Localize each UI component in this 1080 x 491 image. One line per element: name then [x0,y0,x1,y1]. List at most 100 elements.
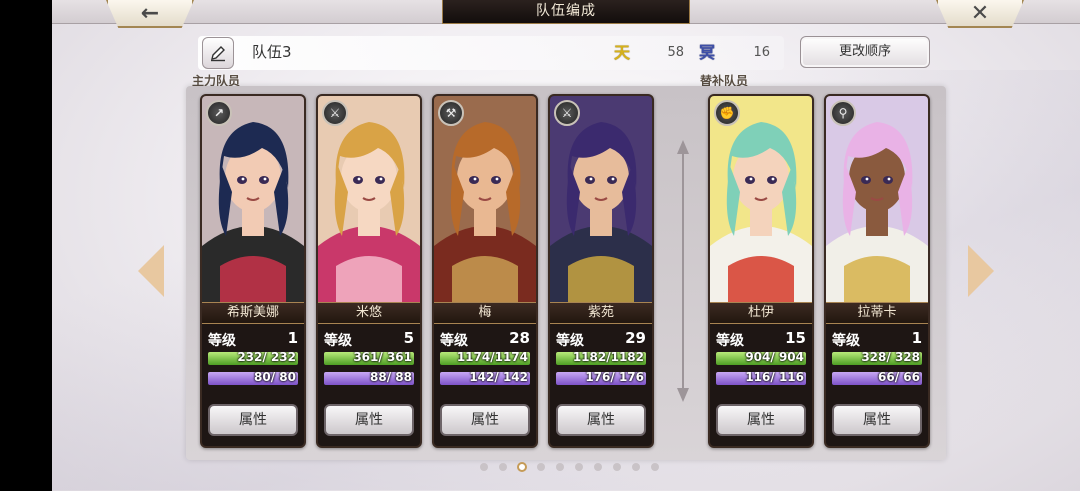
member-card[interactable]: ✊ 杜伊 等级 15 904/ 904 116/ 116 属性 [708,94,814,448]
hp-text: 328/ 328 [861,352,920,364]
hp-bar: 1174/1174 [440,352,530,365]
level-value: 15 [785,329,806,347]
mp-bar: 116/ 116 [716,372,806,385]
portrait-frame [318,96,420,302]
back-arrow-icon: ← [140,0,160,26]
spear-icon: ↗ [206,100,232,126]
mp-text: 142/ 142 [469,372,528,384]
team-pagination [52,462,1080,472]
character-portrait [826,96,928,302]
attribute-button[interactable]: 属性 [324,404,414,436]
level-value: 5 [403,329,414,347]
attribute-button[interactable]: 属性 [832,404,922,436]
member-card[interactable]: ⚒ 梅 等级 28 1174/1174 142/ 142 属性 [432,94,538,448]
member-card[interactable]: ↗ 希斯美娜 等级 1 232/ 232 80/ 80 属性 [200,94,306,448]
hell-count: 16 [753,45,770,60]
main-sub-divider [677,140,689,402]
level-label: 等级 [440,333,468,349]
staff-icon: ⚲ [830,100,856,126]
page-dot[interactable] [517,462,527,472]
page-dot[interactable] [613,463,621,471]
portrait-frame [202,96,304,302]
attribute-button[interactable]: 属性 [716,404,806,436]
level-label: 等级 [556,333,584,349]
portrait-frame [710,96,812,302]
character-portrait [202,96,304,302]
page-dot[interactable] [632,463,640,471]
mp-bar: 176/ 176 [556,372,646,385]
prev-team-arrow-icon[interactable] [138,245,164,297]
level-label: 等级 [716,333,744,349]
mp-text: 88/ 88 [370,372,412,384]
member-name: 米悠 [318,302,420,324]
member-name: 梅 [434,302,536,324]
level-value: 1 [287,329,298,347]
hp-bar: 328/ 328 [832,352,922,365]
close-button[interactable]: ✕ [936,0,1024,28]
heaven-count: 58 [667,45,684,60]
change-order-button[interactable]: 更改顺序 [800,36,930,68]
mp-text: 116/ 116 [745,372,804,384]
hp-bar: 904/ 904 [716,352,806,365]
mp-bar: 80/ 80 [208,372,298,385]
gauntlet-icon: ✊ [714,100,740,126]
character-portrait [318,96,420,302]
level-row: 等级 5 [324,329,414,349]
mp-text: 80/ 80 [254,372,296,384]
page-dot[interactable] [499,463,507,471]
attribute-button[interactable]: 属性 [440,404,530,436]
member-card[interactable]: ⚔ 米悠 等级 5 361/ 361 88/ 88 属性 [316,94,422,448]
attribute-button[interactable]: 属性 [208,404,298,436]
level-row: 等级 15 [716,329,806,349]
hp-text: 1174/1174 [456,352,528,364]
mp-text: 176/ 176 [585,372,644,384]
level-value: 28 [509,329,530,347]
page-dot[interactable] [575,463,583,471]
hp-text: 232/ 232 [237,352,296,364]
level-value: 29 [625,329,646,347]
character-portrait [550,96,652,302]
level-label: 等级 [208,333,236,349]
member-card[interactable]: ⚔ 紫苑 等级 29 1182/1182 176/ 176 属性 [548,94,654,448]
member-name: 杜伊 [710,302,812,324]
page-dot[interactable] [594,463,602,471]
page-dot[interactable] [556,463,564,471]
next-team-arrow-icon[interactable] [968,245,994,297]
hp-text: 361/ 361 [353,352,412,364]
page-dot[interactable] [537,463,545,471]
page-dot[interactable] [651,463,659,471]
portrait-frame [550,96,652,302]
portrait-frame [434,96,536,302]
portrait-frame [826,96,928,302]
character-portrait [710,96,812,302]
back-button[interactable]: ← [106,0,194,28]
level-row: 等级 1 [208,329,298,349]
mp-bar: 88/ 88 [324,372,414,385]
page-dot[interactable] [480,463,488,471]
hell-icon: 冥 [698,43,715,62]
member-name: 拉蒂卡 [826,302,928,324]
level-row: 等级 1 [832,329,922,349]
mp-bar: 66/ 66 [832,372,922,385]
mp-text: 66/ 66 [878,372,920,384]
attribute-button[interactable]: 属性 [556,404,646,436]
hp-bar: 361/ 361 [324,352,414,365]
level-value: 1 [911,329,922,347]
mp-bar: 142/ 142 [440,372,530,385]
page-title: 队伍编成 [442,0,690,24]
level-row: 等级 29 [556,329,646,349]
rename-team-button[interactable] [202,37,234,69]
hammer-icon: ⚒ [438,100,464,126]
team-formation-screen: ← 队伍编成 ✕ 队伍3 天 58 冥 16 更改顺序 主力队员 替补队员 ↗ … [52,0,1080,491]
sword-icon: ⚔ [322,100,348,126]
level-label: 等级 [832,333,860,349]
pen-icon [211,46,225,62]
katana-icon: ⚔ [554,100,580,126]
heaven-icon: 天 [613,43,630,62]
hp-text: 904/ 904 [745,352,804,364]
character-portrait [434,96,536,302]
member-name: 希斯美娜 [202,302,304,324]
close-icon: ✕ [970,0,990,26]
member-card[interactable]: ⚲ 拉蒂卡 等级 1 328/ 328 66/ 66 属性 [824,94,930,448]
hp-text: 1182/1182 [572,352,644,364]
